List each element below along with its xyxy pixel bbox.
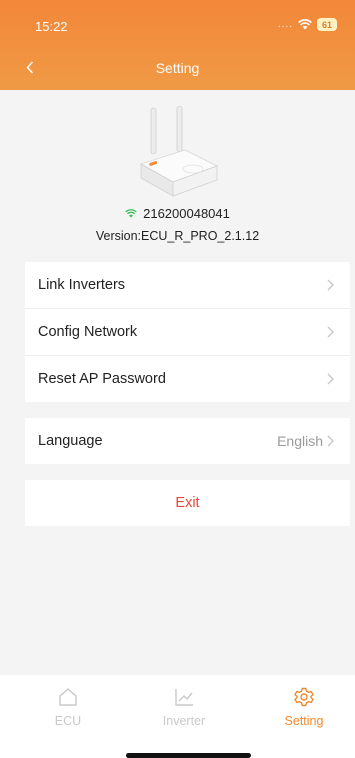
tab-ecu-label: ECU: [54, 714, 82, 728]
reset-ap-password-item[interactable]: Reset AP Password: [25, 356, 350, 402]
header-bar: 15:22 .... 61 Setting: [0, 0, 355, 90]
serial-number: 216200048041: [143, 206, 230, 221]
chevron-right-icon: [327, 279, 334, 291]
chevron-right-icon: [327, 435, 334, 447]
config-network-label: Config Network: [38, 324, 138, 340]
page-title: Setting: [155, 60, 200, 76]
language-menu: Language English: [25, 418, 350, 464]
serial-row: 216200048041: [0, 206, 355, 221]
tab-bar: ECU Inverter Setting: [0, 675, 355, 758]
tab-inverter-label: Inverter: [162, 714, 206, 728]
chart-icon: [144, 685, 224, 709]
settings-menu: Link Inverters Config Network Reset AP P…: [25, 262, 350, 402]
battery-indicator: 61: [317, 18, 337, 31]
tab-setting[interactable]: Setting: [264, 685, 344, 728]
chevron-right-icon: [327, 326, 334, 338]
tab-setting-label: Setting: [284, 714, 324, 728]
signal-dots: ....: [277, 19, 293, 30]
config-network-item[interactable]: Config Network: [25, 309, 350, 356]
tab-ecu[interactable]: ECU: [28, 685, 108, 728]
home-icon: [28, 685, 108, 709]
language-label: Language: [38, 433, 103, 449]
language-value: English: [277, 433, 323, 449]
chevron-right-icon: [327, 373, 334, 385]
tab-inverter[interactable]: Inverter: [144, 685, 224, 728]
link-inverters-item[interactable]: Link Inverters: [25, 262, 350, 309]
wifi-icon: [298, 19, 312, 30]
language-item[interactable]: Language English: [25, 418, 350, 464]
status-indicators: .... 61: [278, 18, 337, 31]
device-info: 216200048041 Version:ECU_R_PRO_2.1.12: [0, 100, 355, 250]
wifi-icon: [125, 209, 137, 218]
link-inverters-label: Link Inverters: [38, 277, 126, 293]
reset-ap-password-label: Reset AP Password: [38, 371, 166, 387]
exit-button[interactable]: Exit: [25, 480, 350, 526]
firmware-version: Version:ECU_R_PRO_2.1.12: [95, 229, 260, 243]
gear-icon: [264, 685, 344, 709]
status-time: 15:22: [35, 19, 68, 34]
home-indicator: [126, 753, 251, 758]
router-image: [140, 106, 219, 197]
app-screen: 15:22 .... 61 Setting 216200048041 Versi…: [0, 0, 355, 758]
